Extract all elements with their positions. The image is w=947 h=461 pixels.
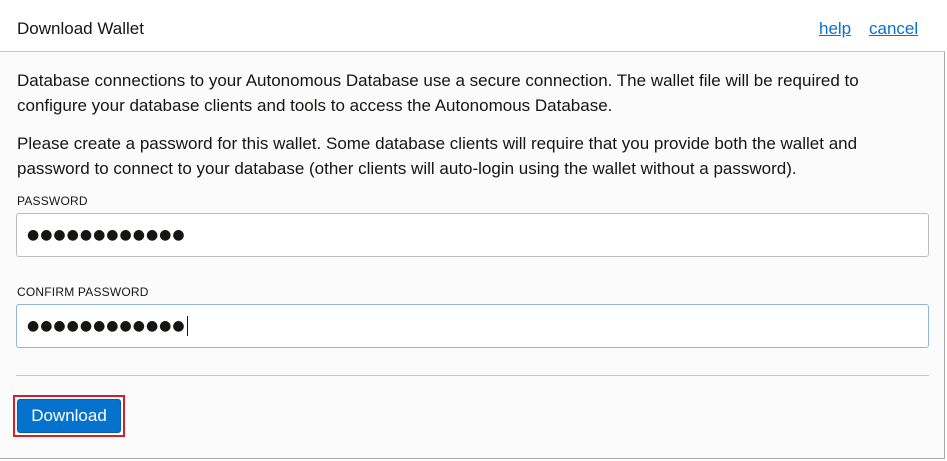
help-link[interactable]: help (819, 19, 851, 39)
password-value: ●●●●●●●●●●●● (27, 227, 186, 243)
dialog-body: Database connections to your Autonomous … (17, 68, 929, 181)
download-button[interactable]: Download (17, 399, 121, 433)
confirm-password-label: CONFIRM PASSWORD (17, 285, 149, 299)
password-instructions: Please create a password for this wallet… (17, 134, 858, 178)
confirm-password-value: ●●●●●●●●●●●● (27, 318, 186, 334)
dialog-title: Download Wallet (17, 19, 144, 38)
footer-divider (16, 375, 929, 376)
password-field[interactable]: ●●●●●●●●●●●● (16, 213, 929, 257)
cancel-link[interactable]: cancel (869, 19, 918, 39)
download-wallet-dialog: Download Wallet help cancel Database con… (0, 0, 945, 459)
text-cursor (186, 316, 188, 336)
confirm-password-field[interactable]: ●●●●●●●●●●●● (16, 304, 929, 348)
wallet-description: Database connections to your Autonomous … (17, 71, 859, 115)
password-label: PASSWORD (17, 194, 88, 208)
dialog-header: Download Wallet help cancel (0, 0, 945, 52)
